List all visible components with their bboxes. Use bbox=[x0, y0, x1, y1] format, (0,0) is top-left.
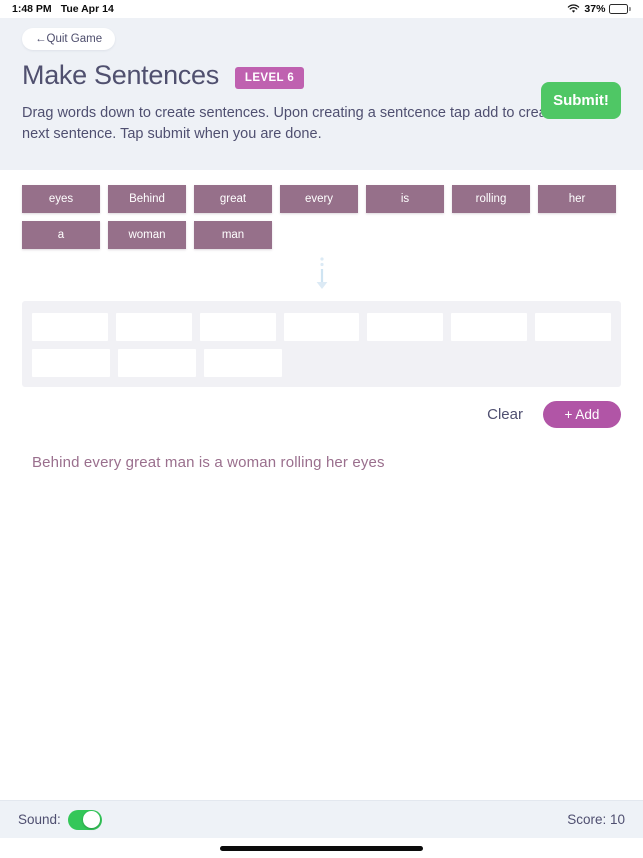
sentence-dropzone[interactable] bbox=[22, 301, 621, 387]
action-row: Clear + Add bbox=[22, 401, 621, 428]
clear-button[interactable]: Clear bbox=[487, 406, 523, 423]
status-bar: 1:48 PM Tue Apr 14 37% bbox=[0, 0, 643, 18]
home-indicator-area bbox=[0, 838, 643, 858]
drag-hint bbox=[22, 256, 621, 296]
created-sentence-list: Behind every great man is a woman rollin… bbox=[22, 454, 621, 471]
status-time: 1:48 PM bbox=[12, 3, 52, 15]
add-button[interactable]: + Add bbox=[543, 401, 621, 428]
word-tile[interactable]: great bbox=[194, 185, 272, 213]
game-body: eyes Behind great every is rolling her a… bbox=[0, 170, 643, 800]
word-tile-row-1: eyes Behind great every is rolling her bbox=[22, 185, 621, 213]
app-root: 1:48 PM Tue Apr 14 37% ←Quit Game Make S… bbox=[0, 0, 643, 858]
word-tile[interactable]: rolling bbox=[452, 185, 530, 213]
sound-label: Sound: bbox=[18, 812, 61, 827]
word-tile[interactable]: her bbox=[538, 185, 616, 213]
word-tile-row-2: a woman man bbox=[22, 221, 621, 249]
word-tile[interactable]: a bbox=[22, 221, 100, 249]
submit-button[interactable]: Submit! bbox=[541, 82, 621, 119]
toggle-knob bbox=[83, 811, 101, 828]
dropzone-slot[interactable] bbox=[535, 313, 612, 341]
dropzone-slot[interactable] bbox=[199, 313, 276, 341]
dropzone-slot[interactable] bbox=[118, 349, 196, 377]
header-panel: ←Quit Game Make Sentences LEVEL 6 Submit… bbox=[0, 18, 643, 170]
word-tile[interactable]: is bbox=[366, 185, 444, 213]
dropzone-row-1 bbox=[32, 313, 612, 341]
footer-bar: Sound: Score: 10 bbox=[0, 800, 643, 838]
dropzone-slot[interactable] bbox=[451, 313, 528, 341]
dropzone-slot[interactable] bbox=[283, 313, 360, 341]
dropzone-slot[interactable] bbox=[204, 349, 282, 377]
instructions-text: Drag words down to create sentences. Upo… bbox=[22, 105, 584, 142]
wifi-icon bbox=[567, 4, 580, 14]
title-row: Make Sentences LEVEL 6 bbox=[22, 62, 621, 89]
page-title: Make Sentences bbox=[22, 60, 219, 90]
dropzone-slot[interactable] bbox=[367, 313, 444, 341]
created-sentence: Behind every great man is a woman rollin… bbox=[32, 454, 385, 471]
sound-toggle[interactable] bbox=[67, 809, 102, 830]
battery-icon bbox=[609, 4, 631, 14]
word-tile[interactable]: every bbox=[280, 185, 358, 213]
quit-game-button[interactable]: ←Quit Game bbox=[22, 28, 116, 50]
home-indicator[interactable] bbox=[220, 845, 423, 851]
status-date: Tue Apr 14 bbox=[60, 3, 114, 15]
dropzone-slot[interactable] bbox=[32, 313, 108, 341]
dropzone-row-2 bbox=[32, 349, 611, 377]
status-bar-left: 1:48 PM Tue Apr 14 bbox=[12, 3, 114, 15]
score-label: Score: 10 bbox=[567, 812, 625, 827]
word-tile[interactable]: man bbox=[194, 221, 272, 249]
sound-control: Sound: bbox=[18, 809, 102, 830]
level-badge: LEVEL 6 bbox=[234, 66, 305, 89]
word-tile-tray: eyes Behind great every is rolling her a… bbox=[22, 170, 621, 249]
arrow-down-icon bbox=[314, 256, 330, 296]
dropzone-slot[interactable] bbox=[115, 313, 192, 341]
word-tile[interactable]: eyes bbox=[22, 185, 100, 213]
dropzone-slot[interactable] bbox=[32, 349, 110, 377]
status-bar-right: 37% bbox=[567, 3, 631, 15]
battery-percent: 37% bbox=[584, 3, 606, 15]
word-tile[interactable]: Behind bbox=[108, 185, 186, 213]
word-tile[interactable]: woman bbox=[108, 221, 186, 249]
